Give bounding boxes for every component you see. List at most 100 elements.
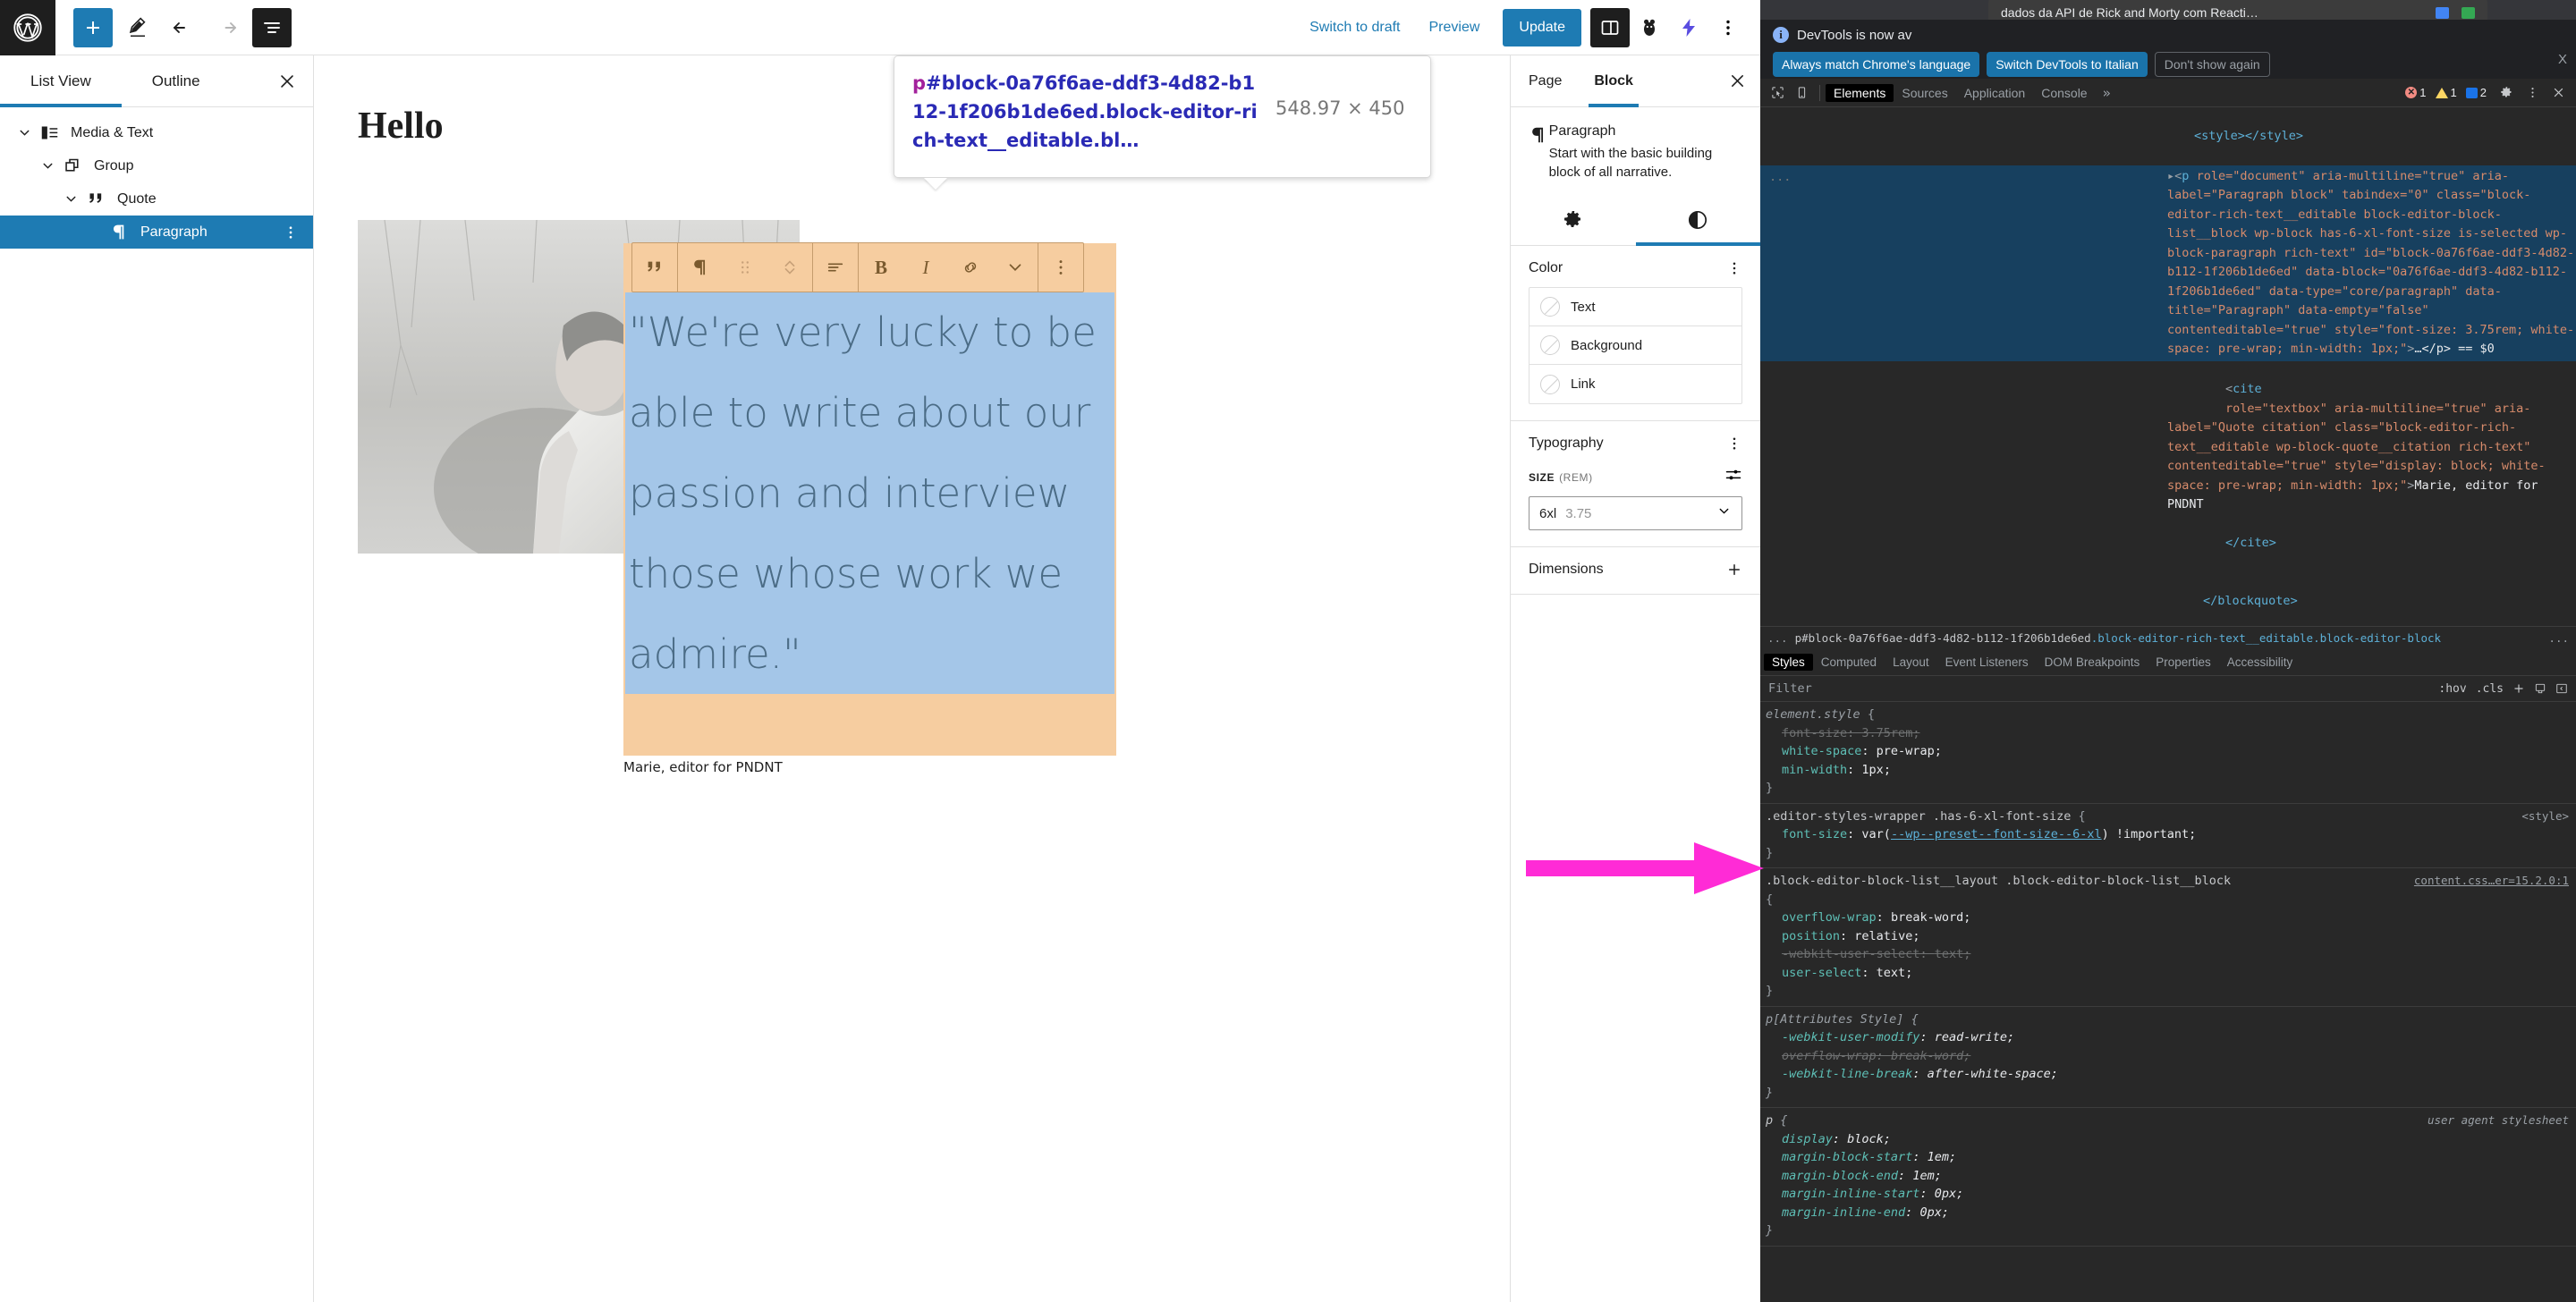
error-count[interactable]: ✕ 1: [2402, 86, 2428, 99]
computed-styles-sidebar-icon[interactable]: [2529, 682, 2551, 695]
style-rule-p-user-agent[interactable]: user agent stylesheet p { display: block…: [1760, 1108, 2576, 1247]
breadcrumb-leading-dots[interactable]: ...: [1767, 631, 1795, 645]
chevron-down-icon[interactable]: [1716, 503, 1732, 523]
declaration-display[interactable]: display: block;: [1760, 1130, 2576, 1149]
declaration-font-size[interactable]: font-size: var(--wp--preset--font-size--…: [1760, 825, 2576, 844]
color-row-text[interactable]: Text: [1530, 288, 1741, 326]
add-block-button[interactable]: [73, 7, 113, 47]
chevron-updown-icon[interactable]: [767, 243, 812, 292]
devtools-kebab-three-dots-vertical-icon[interactable]: [2521, 81, 2545, 105]
edit-tool-button[interactable]: [118, 8, 157, 47]
align-left-icon[interactable]: [813, 243, 858, 292]
styles-tab-layout[interactable]: Layout: [1885, 654, 1937, 671]
new-style-rule-plus-icon[interactable]: [2508, 682, 2529, 695]
rule-selector[interactable]: element.style {: [1760, 706, 2576, 724]
settings-sidebar-icon[interactable]: [1590, 7, 1630, 47]
tree-item-media-text[interactable]: Media & Text: [0, 116, 313, 149]
styles-tab-properties[interactable]: Properties: [2148, 654, 2219, 671]
close-settings-icon[interactable]: [1714, 55, 1760, 106]
style-rule-block-list-block[interactable]: content.css…er=15.2.0:1 .block-editor-bl…: [1760, 868, 2576, 1007]
inspect-cursor-icon[interactable]: [1766, 81, 1790, 105]
update-button[interactable]: Update: [1503, 8, 1581, 46]
settings-tab-gear-icon[interactable]: [1511, 194, 1636, 245]
style-rule-has-6-xl-font-size[interactable]: <style> .editor-styles-wrapper .has-6-xl…: [1760, 804, 2576, 868]
chevron-down-icon[interactable]: [13, 125, 36, 140]
declaration-margin-inline-start[interactable]: margin-inline-start: 0px;: [1760, 1185, 2576, 1204]
notification-close-icon[interactable]: X: [2558, 52, 2567, 67]
warning-count[interactable]: 1: [2433, 86, 2460, 99]
device-toolbar-icon[interactable]: [1790, 81, 1814, 105]
dom-line-paragraph-selected[interactable]: ... ▸<p role="document" aria-multiline="…: [1760, 165, 2576, 361]
page-title[interactable]: Hello: [358, 105, 444, 148]
dom-line-cite[interactable]: <cite role="textbox" aria-multiline="tru…: [1760, 361, 2576, 573]
text-color-swatch[interactable]: [1540, 297, 1560, 317]
close-list-view-icon[interactable]: [261, 55, 313, 106]
devtools-close-x-icon[interactable]: [2546, 81, 2571, 105]
typography-options-three-dots-vertical-icon[interactable]: [1726, 435, 1742, 452]
switch-devtools-to-italian-button[interactable]: Switch DevTools to Italian: [1987, 52, 2148, 77]
force-state-hov-button[interactable]: :hov: [2434, 682, 2470, 696]
background-color-swatch[interactable]: [1540, 335, 1560, 355]
declaration-webkit-user-modify[interactable]: -webkit-user-modify: read-write;: [1760, 1028, 2576, 1047]
redo-button[interactable]: [208, 8, 247, 47]
link-icon[interactable]: [948, 243, 993, 292]
rule-selector[interactable]: .editor-styles-wrapper .has-6-xl-font-si…: [1760, 807, 2576, 826]
declaration-font-size[interactable]: font-size: 3.75rem;: [1760, 724, 2576, 743]
tab-outline[interactable]: Outline: [122, 55, 231, 106]
switch-to-draft-button[interactable]: Switch to draft: [1295, 8, 1414, 47]
color-row-background[interactable]: Background: [1530, 326, 1741, 365]
declaration-overflow-wrap[interactable]: overflow-wrap: break-word;: [1760, 1047, 2576, 1066]
styles-tab-dom-breakpoints[interactable]: DOM Breakpoints: [2037, 654, 2148, 671]
font-size-select[interactable]: 6xl 3.75: [1529, 496, 1742, 530]
jetpack-icon[interactable]: [1630, 8, 1669, 47]
tab-extension-icon-green[interactable]: [2462, 6, 2475, 19]
breadcrumb-current-node[interactable]: p#block-0a76f6ae-ddf3-4d82-b112-1f206b1d…: [1795, 631, 2441, 645]
paragraph-block-text[interactable]: "We're very lucky to be able to write ab…: [625, 292, 1114, 694]
link-color-swatch[interactable]: [1540, 374, 1560, 394]
rule-selector[interactable]: p[Attributes Style] {: [1760, 1010, 2576, 1029]
tree-item-group[interactable]: Group: [0, 149, 313, 182]
styles-tab-contrast-half-circle-icon[interactable]: [1635, 194, 1761, 246]
tab-extension-icon-blue[interactable]: [2436, 6, 2449, 19]
declaration-webkit-line-break[interactable]: -webkit-line-break: after-white-space;: [1760, 1065, 2576, 1084]
message-count[interactable]: 2: [2463, 86, 2489, 99]
breadcrumb-trailing-dots[interactable]: ...: [2543, 631, 2569, 645]
tree-item-options-three-dots-vertical-icon[interactable]: [283, 224, 313, 241]
drag-dots-icon[interactable]: [723, 243, 767, 292]
dom-expand-arrow[interactable]: ▸: [2167, 169, 2174, 183]
list-view-button[interactable]: [252, 7, 292, 47]
devtools-tab-elements[interactable]: Elements: [1826, 83, 1894, 102]
styles-tab-styles[interactable]: Styles: [1764, 654, 1813, 671]
tab-page[interactable]: Page: [1511, 55, 1578, 106]
dimensions-add-plus-icon[interactable]: [1726, 562, 1742, 578]
declaration-margin-block-end[interactable]: margin-block-end: 1em;: [1760, 1167, 2576, 1186]
chevron-down-icon[interactable]: [59, 191, 82, 207]
font-size-sliders-icon[interactable]: [1724, 466, 1742, 488]
styles-filter-input[interactable]: [1760, 675, 2435, 702]
undo-button[interactable]: [163, 8, 202, 47]
always-match-chrome-language-button[interactable]: Always match Chrome's language: [1773, 52, 1980, 77]
bolt-icon[interactable]: [1669, 8, 1708, 47]
devtools-gear-icon[interactable]: [2495, 81, 2519, 105]
devtools-tab-application[interactable]: Application: [1956, 84, 2034, 102]
more-tabs-chevron-double-right-icon[interactable]: »: [2096, 85, 2118, 101]
block-options-three-dots-vertical-icon[interactable]: [1038, 243, 1083, 292]
css-variable-link[interactable]: --wp--preset--font-size--6-xl: [1891, 827, 2102, 841]
declaration-user-select[interactable]: user-select: text;: [1760, 964, 2576, 983]
styles-tab-accessibility[interactable]: Accessibility: [2219, 654, 2301, 671]
devtools-tab-console[interactable]: Console: [2033, 84, 2095, 102]
tree-item-quote[interactable]: Quote: [0, 182, 313, 216]
rule-selector[interactable]: .block-editor-block-list__layout .block-…: [1760, 872, 2386, 891]
italic-button[interactable]: I: [903, 243, 948, 292]
declaration-min-width[interactable]: min-width: 1px;: [1760, 761, 2576, 780]
color-options-three-dots-vertical-icon[interactable]: [1726, 260, 1742, 276]
dom-line-blockquote-close[interactable]: </blockquote>: [1760, 572, 2576, 626]
declaration-position[interactable]: position: relative;: [1760, 927, 2576, 946]
more-formatting-chevron-down-icon[interactable]: [993, 243, 1038, 292]
styles-tab-computed[interactable]: Computed: [1813, 654, 1885, 671]
declaration-white-space[interactable]: white-space: pre-wrap;: [1760, 742, 2576, 761]
tree-item-paragraph[interactable]: Paragraph: [0, 216, 313, 249]
style-rule-element-style[interactable]: element.style { font-size: 3.75rem; whit…: [1760, 702, 2576, 804]
declaration-margin-block-start[interactable]: margin-block-start: 1em;: [1760, 1148, 2576, 1167]
bold-button[interactable]: B: [859, 243, 903, 292]
